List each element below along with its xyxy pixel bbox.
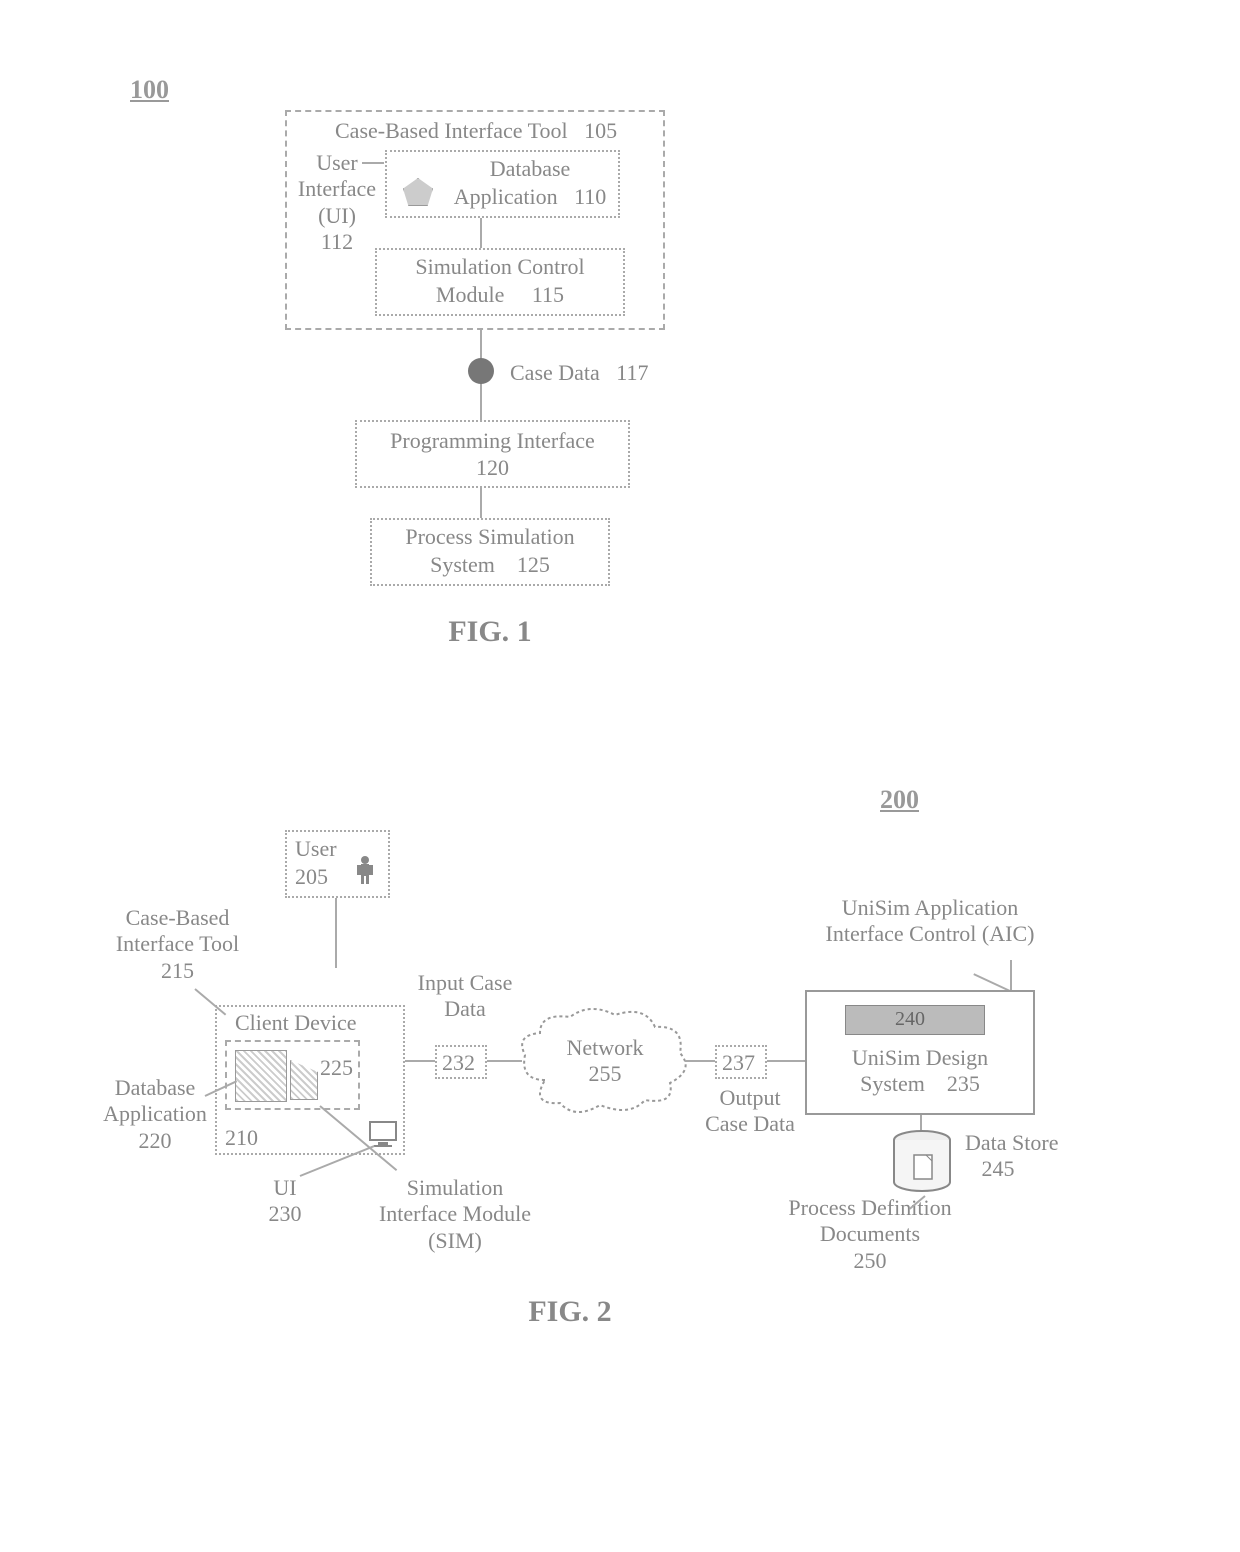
- fig2-cb-tool-label: Case-Based Interface Tool 215: [105, 905, 250, 984]
- fig2-input-num: 232: [442, 1050, 475, 1076]
- fig2-user-text: User 205: [295, 835, 337, 890]
- fig2-sim-module-label: Simulation Interface Module (SIM): [360, 1175, 550, 1254]
- case-data-dot-icon: [468, 358, 494, 384]
- fig1-tool-label: Case-Based Interface Tool 105: [335, 118, 617, 144]
- fig2-inner-num: 225: [320, 1055, 353, 1081]
- fig2-ref: 200: [880, 785, 919, 815]
- fig2-proc-def-label: Process Definition Documents 250: [760, 1195, 980, 1274]
- fig1-proc-sim-text: Process Simulation System 125: [375, 523, 605, 578]
- fig2-aic-num: 240: [895, 1008, 925, 1031]
- fig2-data-store-label: Data Store 245: [965, 1130, 1058, 1183]
- fig1-case-data-label: Case Data 117: [510, 360, 648, 386]
- fig2-output-case-label: Output Case Data: [690, 1085, 810, 1138]
- fig1-prog-iface-text: Programming Interface 120: [355, 422, 630, 486]
- fig2-unisim-aic-label: UniSim Application Interface Control (AI…: [800, 895, 1060, 948]
- fig1-db-app-text: Database Application 110: [450, 155, 610, 210]
- computer-icon: [368, 1120, 398, 1148]
- fig2-db-app-label: Database Application 220: [95, 1075, 215, 1154]
- fig2-output-num: 237: [722, 1050, 755, 1076]
- fig1-ref: 100: [130, 75, 169, 105]
- fig2-network-label: Network 255: [555, 1035, 655, 1088]
- fig2-caption: FIG. 2: [470, 1295, 670, 1329]
- fig2-unisim-design-text: UniSim Design System 235: [810, 1045, 1030, 1098]
- cylinder-icon: [890, 1130, 955, 1195]
- fig1-ui-label: User Interface (UI) 112: [292, 150, 382, 256]
- person-icon: [355, 855, 375, 885]
- fig1-sim-ctrl-text: Simulation Control Module 115: [380, 253, 620, 308]
- fig2-db-app-icon: [235, 1050, 287, 1102]
- fig2-input-case-label: Input Case Data: [405, 970, 525, 1023]
- fig2-client-num: 210: [225, 1125, 258, 1151]
- fig2-client-device-label: Client Device: [235, 1010, 357, 1036]
- fig2-ui-label: UI 230: [255, 1175, 315, 1228]
- fig1-caption: FIG. 1: [390, 615, 590, 649]
